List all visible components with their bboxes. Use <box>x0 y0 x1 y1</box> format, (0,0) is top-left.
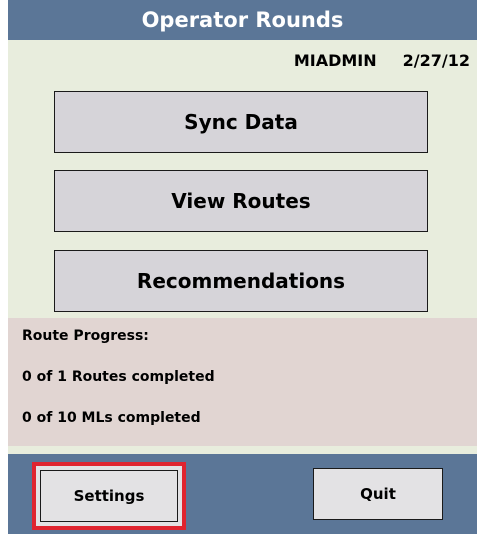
settings-button[interactable]: Settings <box>32 462 186 530</box>
date-label: 2/27/12 <box>402 50 470 70</box>
view-routes-label: View Routes <box>171 189 311 213</box>
username-label: MIADMIN <box>293 50 377 70</box>
window-title: Operator Rounds <box>141 8 344 32</box>
mls-completed-text: 0 of 10 MLs completed <box>22 410 201 426</box>
route-progress-panel: Route Progress: 0 of 1 Routes completed … <box>8 318 477 446</box>
recommendations-label: Recommendations <box>136 269 346 293</box>
routes-completed-text: 0 of 1 Routes completed <box>22 369 215 385</box>
sync-data-button[interactable]: Sync Data <box>54 91 428 153</box>
settings-label: Settings <box>73 487 145 505</box>
view-routes-button[interactable]: View Routes <box>54 170 428 232</box>
user-info-line: MIADMIN 2/27/12 <box>8 48 470 72</box>
recommendations-button[interactable]: Recommendations <box>54 250 428 312</box>
bottom-toolbar: Settings Quit <box>8 454 477 534</box>
settings-button-face: Settings <box>40 470 178 522</box>
quit-label: Quit <box>360 485 396 503</box>
sync-data-label: Sync Data <box>184 110 298 134</box>
operator-rounds-window: Operator Rounds MIADMIN 2/27/12 Sync Dat… <box>8 0 477 534</box>
route-progress-title: Route Progress: <box>22 328 149 344</box>
quit-button[interactable]: Quit <box>313 468 443 520</box>
title-bar: Operator Rounds <box>8 0 477 40</box>
